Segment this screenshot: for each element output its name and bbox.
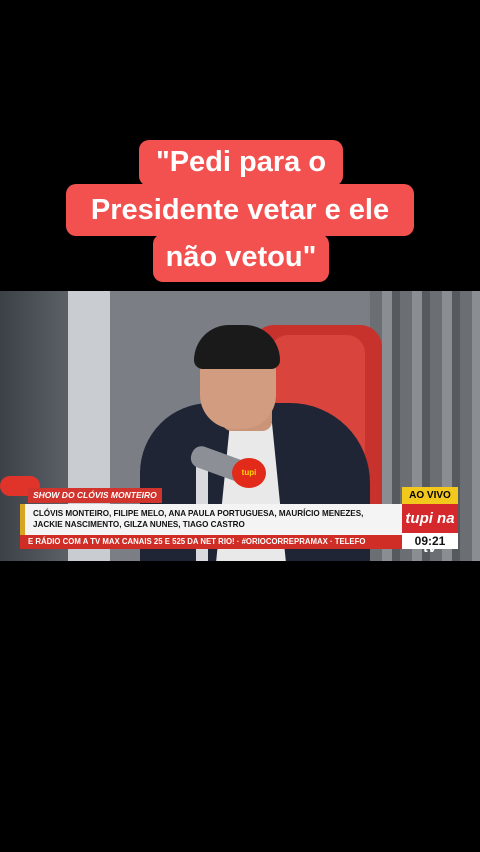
program-title: SHOW DO CLÓVIS MONTEIRO [28, 488, 162, 503]
names-line-1: CLÓVIS MONTEIRO, FILIPE MELO, ANA PAULA … [33, 509, 364, 518]
live-badge: AO VIVO [402, 487, 458, 504]
caption-line-2: Presidente vetar e ele [66, 184, 414, 236]
caption-line-3: não vetou" [153, 234, 329, 282]
broadcast-clock: 09:21 [402, 533, 458, 549]
caption-overlay: "Pedi para o Presidente vetar e ele não … [0, 140, 480, 290]
news-ticker: E RÁDIO COM A TV MAX CANAIS 25 E 525 DA … [20, 535, 402, 549]
video-frame[interactable]: tupi SHOW DO CLÓVIS MONTEIRO CLÓVIS MONT… [0, 291, 480, 561]
channel-logo: tupi na tv [402, 504, 458, 556]
names-text: CLÓVIS MONTEIRO, FILIPE MELO, ANA PAULA … [33, 508, 363, 530]
caption-line-1: "Pedi para o [139, 140, 343, 186]
mic-flag-logo: tupi [232, 458, 266, 488]
names-lower-third: CLÓVIS MONTEIRO, FILIPE MELO, ANA PAULA … [20, 504, 402, 535]
names-line-2: JACKIE NASCIMENTO, GILZA NUNES, TIAGO CA… [33, 520, 245, 529]
